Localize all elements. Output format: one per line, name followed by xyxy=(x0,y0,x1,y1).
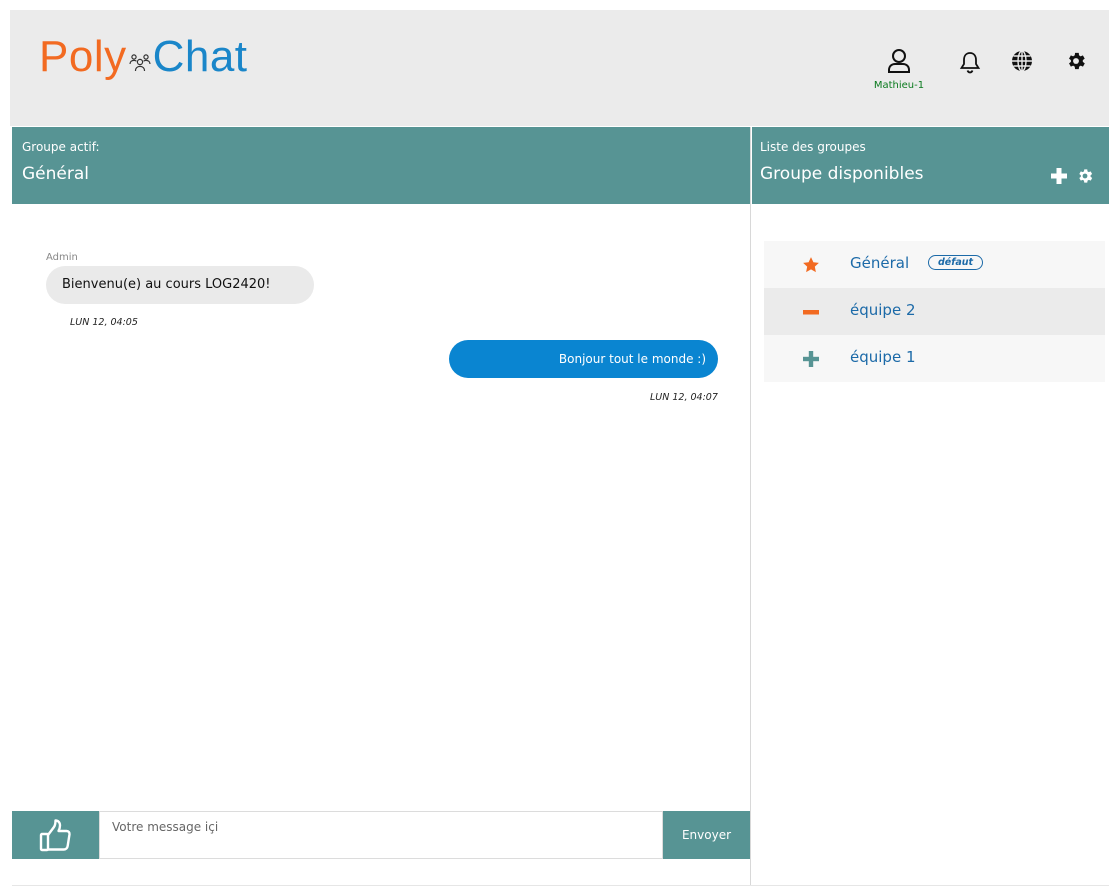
active-group-title: Général xyxy=(22,164,89,184)
group-name: équipe 2 xyxy=(850,301,916,319)
globe-icon[interactable] xyxy=(1011,50,1033,72)
group-list: Général défaut équipe 2 équipe 1 xyxy=(764,241,1105,382)
minus-icon[interactable] xyxy=(802,303,820,321)
people-icon xyxy=(128,54,151,72)
group-item-equipe-2[interactable]: équipe 2 xyxy=(764,288,1105,335)
send-button[interactable]: Envoyer xyxy=(663,811,750,859)
thumbs-up-icon xyxy=(39,819,71,852)
group-list-title: Groupe disponibles xyxy=(760,164,924,184)
polychat-logo[interactable]: Poly Chat xyxy=(39,32,248,82)
message-timestamp: LUN 12, 04:05 xyxy=(70,317,138,328)
user-profile-button[interactable]: Mathieu-1 xyxy=(866,48,932,91)
app-window: Poly Chat Mathieu-1 Groupe actif: Généra… xyxy=(10,10,1109,886)
message-input[interactable] xyxy=(99,811,663,859)
default-badge: défaut xyxy=(928,255,984,270)
outgoing-message-bubble: Bonjour tout le monde :) xyxy=(449,340,718,378)
group-item-equipe-1[interactable]: équipe 1 xyxy=(764,335,1105,382)
active-group-subtitle: Groupe actif: xyxy=(22,140,100,154)
user-icon xyxy=(888,49,910,73)
panel-divider xyxy=(750,127,751,886)
top-bar: Poly Chat Mathieu-1 xyxy=(10,10,1109,126)
group-settings-gear-icon[interactable] xyxy=(1076,167,1094,185)
logo-poly-text: Poly xyxy=(39,32,127,81)
group-name: équipe 1 xyxy=(850,348,916,366)
plus-icon[interactable] xyxy=(802,350,820,368)
group-name: Général xyxy=(850,254,910,272)
bell-icon[interactable] xyxy=(959,50,981,74)
incoming-message-bubble: Bienvenu(e) au cours LOG2420! xyxy=(46,266,314,304)
message-timestamp: LUN 12, 04:07 xyxy=(650,392,718,403)
message-composer: Envoyer xyxy=(12,811,750,859)
settings-gear-icon[interactable] xyxy=(1065,50,1087,72)
star-icon xyxy=(803,257,819,273)
like-button[interactable] xyxy=(12,811,99,859)
group-list-subtitle: Liste des groupes xyxy=(760,140,866,154)
logo-chat-text: Chat xyxy=(152,32,248,81)
message-sender: Admin xyxy=(46,252,78,263)
add-group-plus-icon[interactable] xyxy=(1050,167,1068,185)
active-group-header: Groupe actif: Général xyxy=(12,127,750,204)
group-list-header: Liste des groupes Groupe disponibles xyxy=(752,127,1109,204)
message-list: Admin Bienvenu(e) au cours LOG2420! LUN … xyxy=(12,204,750,811)
username-label: Mathieu-1 xyxy=(873,80,925,91)
group-item-general[interactable]: Général défaut xyxy=(764,241,1105,288)
